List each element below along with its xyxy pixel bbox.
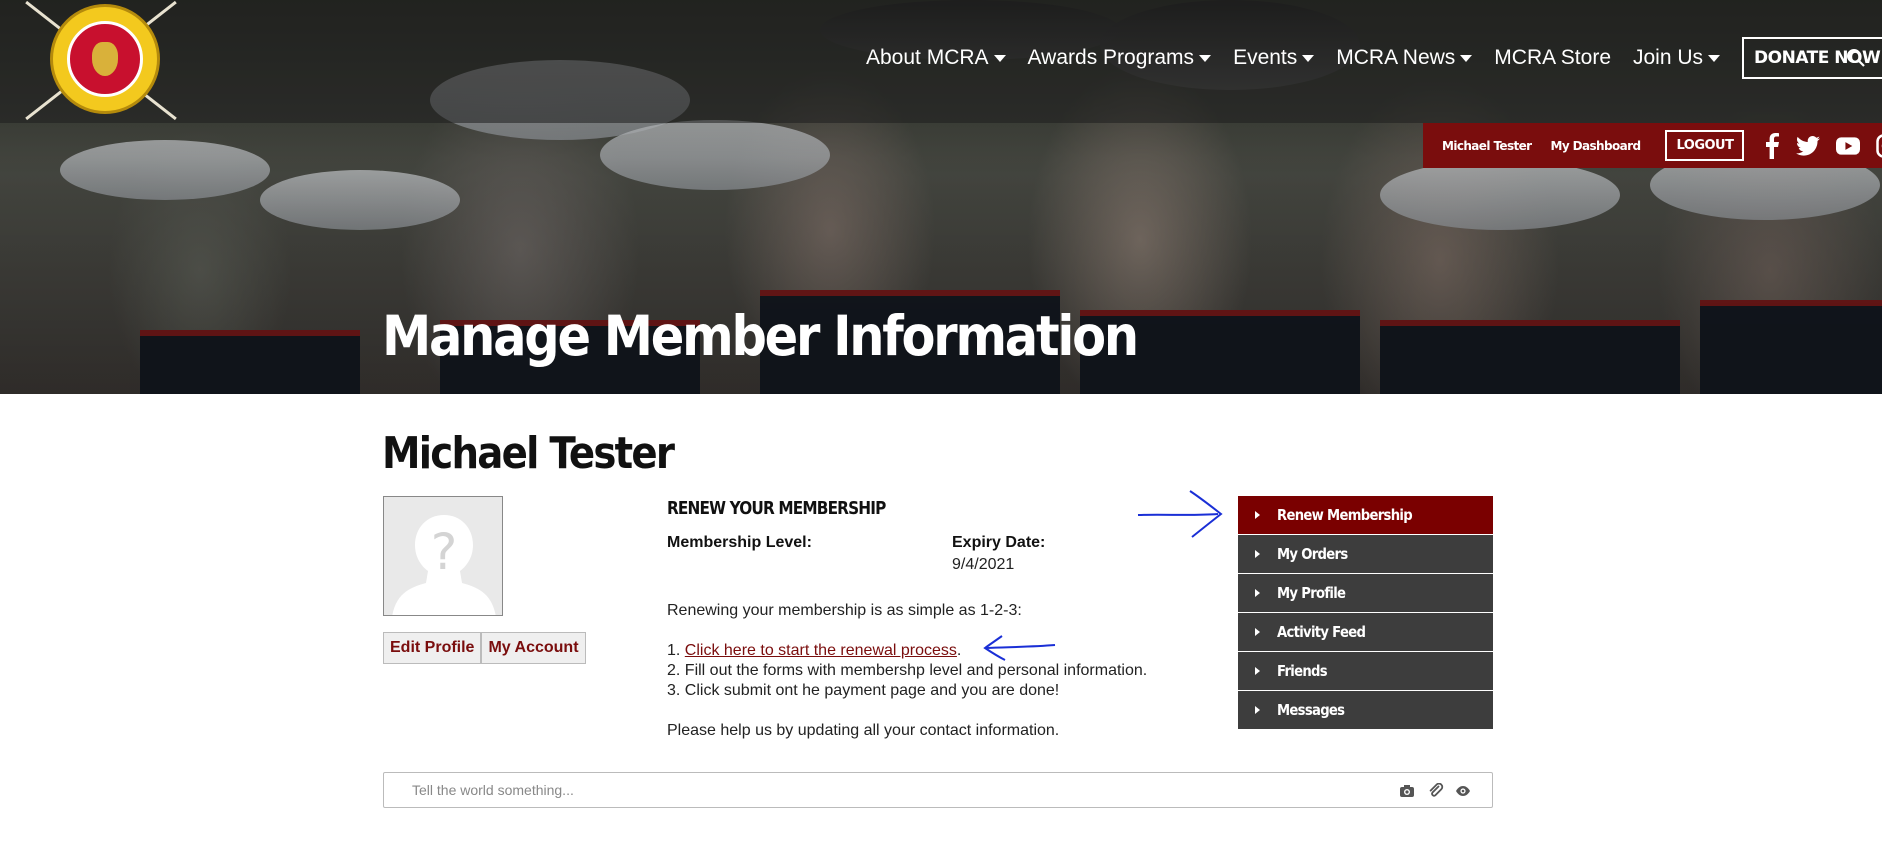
nav-mcra-store[interactable]: MCRA Store (1494, 46, 1611, 70)
nav-label: MCRA News (1336, 46, 1456, 69)
menu-label: Friends (1277, 662, 1328, 680)
my-account-button[interactable]: My Account (481, 632, 586, 664)
menu-activity-feed[interactable]: Activity Feed (1238, 613, 1493, 652)
chevron-down-icon (1708, 54, 1721, 62)
svg-text:?: ? (431, 523, 458, 581)
menu-label: My Orders (1277, 545, 1348, 563)
facebook-icon[interactable] (1764, 132, 1780, 159)
menu-renew-membership[interactable]: Renew Membership (1238, 496, 1493, 535)
caret-right-icon (1255, 667, 1260, 675)
status-input[interactable] (412, 773, 1312, 807)
nav-label: MCRA Store (1494, 46, 1611, 69)
step-number: 1. (667, 642, 685, 659)
nav-about-mcra[interactable]: About MCRA (866, 46, 1006, 70)
menu-friends[interactable]: Friends (1238, 652, 1493, 691)
expiry-date-label: Expiry Date: (952, 534, 1046, 551)
caret-right-icon (1255, 628, 1260, 636)
search-icon[interactable] (1846, 48, 1866, 68)
member-name-heading: Michael Tester (382, 428, 675, 479)
menu-label: Messages (1277, 701, 1345, 719)
nav-label: Awards Programs (1027, 46, 1195, 69)
user-bar: Michael Tester My Dashboard LOGOUT (1423, 123, 1882, 168)
renewal-step-3: 3. Click submit ont he payment page and … (667, 682, 1060, 699)
caret-right-icon (1255, 550, 1260, 558)
logo-seal (50, 4, 160, 114)
renewal-footer-text: Please help us by updating all your cont… (667, 722, 1060, 739)
page-title: Manage Member Information (382, 304, 1139, 368)
eye-icon[interactable] (1455, 783, 1471, 799)
nav-label: Join Us (1633, 46, 1704, 69)
nav-awards-programs[interactable]: Awards Programs (1028, 46, 1212, 70)
renew-heading: RENEW YOUR MEMBERSHIP (667, 498, 886, 519)
chevron-down-icon (1199, 54, 1212, 62)
main-nav: About MCRA Awards Programs Events MCRA N… (866, 37, 1882, 79)
menu-messages[interactable]: Messages (1238, 691, 1493, 730)
renewal-intro: Renewing your membership is as simple as… (667, 602, 1022, 619)
renewal-process-link[interactable]: Click here to start the renewal process (685, 642, 957, 659)
menu-label: Renew Membership (1277, 506, 1413, 524)
annotation-arrow-right (1137, 490, 1223, 538)
nav-label: About MCRA (866, 46, 989, 69)
nav-events[interactable]: Events (1233, 46, 1315, 70)
renewal-step-1: 1. Click here to start the renewal proce… (667, 642, 961, 660)
eagle-globe-anchor-icon (92, 42, 118, 76)
youtube-icon[interactable] (1836, 134, 1861, 158)
profile-buttons: Edit Profile My Account (383, 632, 586, 664)
member-side-menu: Renew Membership My Orders My Profile Ac… (1238, 496, 1493, 730)
my-dashboard-link[interactable]: My Dashboard (1551, 139, 1642, 153)
caret-right-icon (1255, 706, 1260, 714)
edit-profile-button[interactable]: Edit Profile (383, 632, 482, 664)
instagram-icon[interactable] (1876, 134, 1882, 158)
menu-label: My Profile (1277, 584, 1346, 602)
avatar[interactable]: ? (383, 496, 503, 616)
caret-right-icon (1255, 511, 1260, 519)
nav-mcra-news[interactable]: MCRA News (1336, 46, 1473, 70)
caret-right-icon (1255, 589, 1260, 597)
paperclip-icon[interactable] (1428, 783, 1444, 799)
nav-label: Events (1233, 46, 1298, 69)
mcra-logo[interactable] (6, 0, 196, 121)
menu-label: Activity Feed (1277, 623, 1366, 641)
user-name-link[interactable]: Michael Tester (1442, 139, 1532, 153)
status-update-box (383, 772, 1493, 808)
membership-level-label: Membership Level: (667, 534, 812, 551)
camera-icon[interactable] (1399, 783, 1415, 799)
expiry-date-value: 9/4/2021 (952, 556, 1015, 573)
chevron-down-icon (1302, 54, 1315, 62)
default-avatar-icon: ? (384, 497, 502, 615)
annotation-arrow-left (983, 635, 1056, 661)
menu-my-profile[interactable]: My Profile (1238, 574, 1493, 613)
renewal-step-2: 2. Fill out the forms with membershp lev… (667, 662, 1148, 679)
nav-join-us[interactable]: Join Us (1633, 46, 1721, 70)
menu-my-orders[interactable]: My Orders (1238, 535, 1493, 574)
chevron-down-icon (993, 54, 1006, 62)
logout-button[interactable]: LOGOUT (1665, 130, 1745, 161)
twitter-icon[interactable] (1796, 134, 1821, 158)
chevron-down-icon (1460, 54, 1473, 62)
step-suffix: . (956, 642, 962, 659)
